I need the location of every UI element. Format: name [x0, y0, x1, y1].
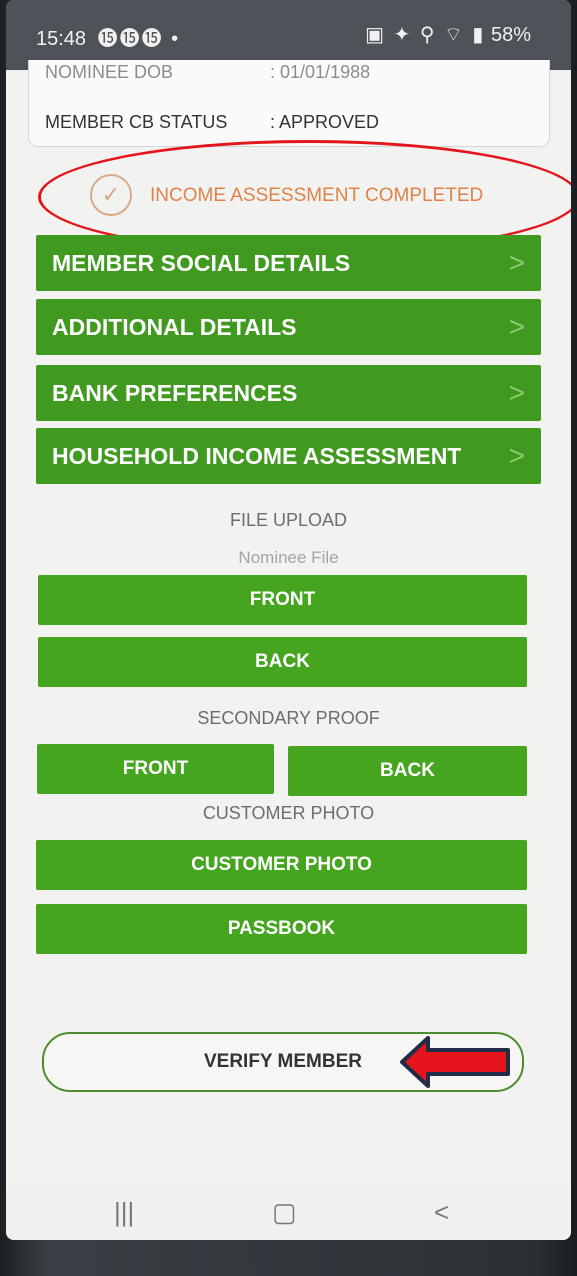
- section-household-income-assessment[interactable]: HOUSEHOLD INCOME ASSESSMENT >: [36, 428, 541, 484]
- phone-frame: 15:48 ⓯⓯⓯ • ▣ ✦ ⚲ ⌔ ▮ 58% NOMINEE DOB : …: [0, 0, 577, 1276]
- home-icon[interactable]: ▢: [272, 1197, 297, 1228]
- nominee-back-button[interactable]: BACK: [38, 637, 527, 687]
- app-screen: 15:48 ⓯⓯⓯ • ▣ ✦ ⚲ ⌔ ▮ 58% NOMINEE DOB : …: [6, 0, 571, 1240]
- file-upload-title: FILE UPLOAD: [229, 510, 348, 530]
- battery-percent: 58%: [490, 24, 531, 46]
- section-label: ADDITIONAL DETAILS: [52, 314, 297, 340]
- chevron-right-icon: >: [508, 377, 525, 408]
- secondary-front-button[interactable]: FRONT: [37, 744, 274, 794]
- member-details-card: NOMINEE DOB : 01/01/1988 MEMBER CB STATU…: [28, 60, 550, 147]
- section-bank-preferences[interactable]: BANK PREFERENCES >: [36, 365, 541, 421]
- secondary-back-button[interactable]: BACK: [288, 746, 527, 796]
- passbook-button[interactable]: PASSBOOK: [36, 904, 527, 954]
- status-time: 15:48 ⓯⓯⓯ •: [36, 28, 181, 50]
- status-right: ▣ ✦ ⚲ ⌔ ▮ 58%: [359, 22, 531, 47]
- nominee-file-label: Nominee File: [238, 548, 339, 567]
- nominee-dob-row: NOMINEE DOB : 01/01/1988: [45, 62, 370, 83]
- section-label: BANK PREFERENCES: [52, 380, 298, 406]
- chevron-right-icon: >: [508, 247, 525, 278]
- section-label: MEMBER SOCIAL DETAILS: [52, 250, 351, 276]
- notification-icons: ⓯⓯⓯ •: [97, 28, 181, 50]
- cb-status-label: MEMBER CB STATUS: [45, 112, 228, 132]
- customer-photo-button[interactable]: CUSTOMER PHOTO: [36, 840, 527, 890]
- section-additional-details[interactable]: ADDITIONAL DETAILS >: [36, 299, 541, 355]
- customer-photo-label: CUSTOMER PHOTO: [202, 803, 375, 823]
- android-nav-bar: ||| ▢ <: [6, 1185, 571, 1240]
- cb-status-row: MEMBER CB STATUS : APPROVED: [45, 112, 379, 133]
- chevron-right-icon: >: [508, 311, 525, 342]
- recents-icon[interactable]: |||: [114, 1197, 134, 1228]
- nominee-front-button[interactable]: FRONT: [38, 575, 527, 625]
- annotation-arrow-icon: [400, 1036, 510, 1088]
- system-status-icons: ▣ ✦ ⚲ ⌔ ▮: [365, 24, 486, 46]
- back-icon[interactable]: <: [434, 1197, 449, 1228]
- section-member-social-details[interactable]: MEMBER SOCIAL DETAILS >: [36, 235, 541, 291]
- chevron-right-icon: >: [508, 440, 525, 471]
- nominee-dob-value: : 01/01/1988: [270, 62, 371, 82]
- secondary-proof-label: SECONDARY PROOF: [197, 708, 380, 728]
- section-label: HOUSEHOLD INCOME ASSESSMENT: [52, 443, 462, 469]
- cb-status-value: : APPROVED: [270, 112, 380, 132]
- nominee-dob-label: NOMINEE DOB: [45, 62, 174, 82]
